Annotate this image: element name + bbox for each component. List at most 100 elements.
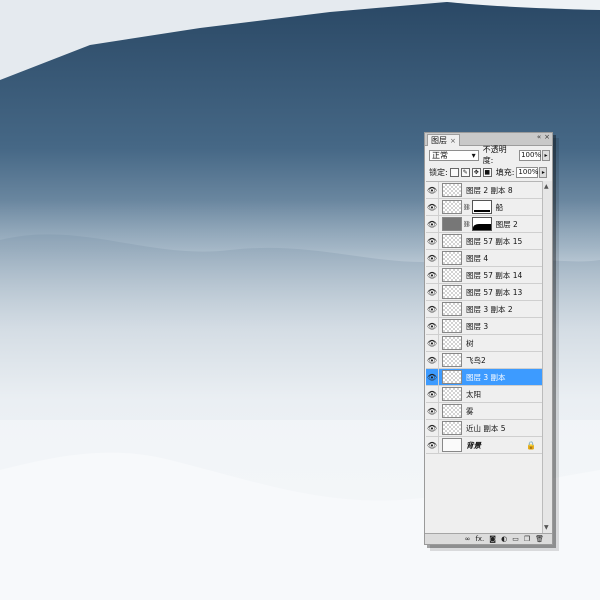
layer-row[interactable]: 👁 图层 4 [426, 250, 542, 267]
scroll-up-icon[interactable]: ▲ [544, 183, 549, 190]
blend-row: 正常 ▾ 不透明度: 100% ▸ [429, 145, 551, 165]
layer-thumbnail[interactable] [442, 336, 462, 350]
fill-input[interactable]: 100% [516, 166, 538, 178]
blend-mode-value: 正常 [432, 150, 448, 160]
layer-thumbnail[interactable] [442, 251, 462, 265]
tab-layers[interactable]: 图层 × [427, 134, 460, 146]
eye-icon[interactable]: 👁 [426, 233, 439, 249]
eye-icon[interactable]: 👁 [426, 386, 439, 402]
layer-row[interactable]: 👁 飞鸟2 [426, 352, 542, 369]
eye-icon[interactable]: 👁 [426, 284, 439, 300]
layer-thumbnail[interactable] [442, 268, 462, 282]
layer-row[interactable]: 👁 近山 副本 5 [426, 420, 542, 437]
layer-name: 近山 副本 5 [466, 423, 506, 433]
layer-row[interactable]: 👁 图层 3 副本 [426, 369, 542, 386]
layer-thumbnail[interactable] [442, 217, 462, 231]
layer-thumbnail[interactable] [442, 404, 462, 418]
add-mask-icon[interactable]: ◙ [489, 535, 496, 543]
layer-row[interactable]: 👁 图层 3 [426, 318, 542, 335]
layer-name: 图层 2 副本 8 [466, 185, 513, 195]
layer-name: 图层 3 副本 2 [466, 304, 513, 314]
eye-icon[interactable]: 👁 [426, 403, 439, 419]
blend-mode-select[interactable]: 正常 ▾ [429, 149, 479, 161]
layer-name: 图层 57 副本 14 [466, 270, 523, 280]
panel-bottom-bar: ∞ fx. ◙ ◐ ▭ ❐ 🗑 [425, 533, 552, 544]
layer-name: 图层 3 [466, 321, 489, 331]
layer-name: 背景 [466, 440, 481, 450]
fill-label: 填充: [495, 167, 515, 177]
layer-row[interactable]: 👁 ⛓ 船 [426, 199, 542, 216]
layer-row[interactable]: 👁 图层 57 副本 15 [426, 233, 542, 250]
eye-icon[interactable]: 👁 [426, 199, 439, 215]
layer-row[interactable]: 👁 图层 2 副本 8 [426, 182, 542, 199]
opacity-input[interactable]: 100% [519, 149, 541, 161]
lock-move-icon[interactable]: ✥ [471, 167, 481, 177]
lock-paint-icon[interactable]: ✎ [460, 167, 470, 177]
layers-list: 👁 图层 2 副本 8 👁 ⛓ 船 👁 ⛓ 图层 2 👁 图层 57 副本 15 👁 图层 4 👁 图层 … [426, 181, 542, 534]
layer-thumbnail[interactable] [442, 319, 462, 333]
layer-thumbnail[interactable] [442, 234, 462, 248]
layer-name: 雾 [466, 406, 474, 416]
layer-mask-thumbnail[interactable] [471, 200, 492, 214]
eye-icon[interactable]: 👁 [426, 250, 439, 266]
new-layer-icon[interactable]: ❐ [524, 535, 530, 543]
tab-label: 图层 [431, 136, 447, 145]
opacity-label: 不透明度: [482, 145, 507, 165]
layer-name: 树 [466, 338, 474, 348]
layer-row[interactable]: 👁 ⛓ 图层 2 [426, 216, 542, 233]
layer-row[interactable]: 👁 图层 57 副本 14 [426, 267, 542, 284]
mask-link-icon[interactable]: ⛓ [463, 221, 471, 228]
layer-row[interactable]: 👁 图层 3 副本 2 [426, 301, 542, 318]
layer-row[interactable]: 👁 树 [426, 335, 542, 352]
layer-name: 图层 4 [466, 253, 489, 263]
close-icon[interactable]: × [450, 137, 456, 145]
layer-thumbnail[interactable] [442, 183, 462, 197]
layer-thumbnail[interactable] [442, 302, 462, 316]
fill-arrow-icon[interactable]: ▸ [539, 166, 548, 178]
layer-thumbnail[interactable] [442, 200, 462, 214]
lock-transparent-icon[interactable] [449, 167, 459, 177]
adjustment-layer-icon[interactable]: ◐ [501, 535, 507, 543]
layer-thumbnail[interactable] [442, 421, 462, 435]
mask-link-icon[interactable]: ⛓ [463, 204, 471, 211]
eye-icon[interactable]: 👁 [426, 267, 439, 283]
layer-mask-thumbnail[interactable] [471, 217, 492, 231]
collapse-icon[interactable]: « [537, 133, 541, 141]
layer-row[interactable]: 👁 图层 57 副本 13 [426, 284, 542, 301]
layer-name: 图层 57 副本 13 [466, 287, 523, 297]
eye-icon[interactable]: 👁 [426, 301, 439, 317]
scroll-down-icon[interactable]: ▼ [544, 524, 549, 531]
layer-row[interactable]: 👁 雾 [426, 403, 542, 420]
fx-icon[interactable]: fx. [475, 535, 484, 543]
layer-thumbnail[interactable] [442, 438, 462, 452]
eye-icon[interactable]: 👁 [426, 182, 439, 198]
layer-name: 图层 57 副本 15 [466, 236, 523, 246]
lock-all-icon[interactable]: ■ [482, 167, 492, 177]
new-group-icon[interactable]: ▭ [512, 535, 519, 543]
eye-icon[interactable]: 👁 [426, 216, 439, 232]
layer-name: 太阳 [466, 389, 481, 399]
opacity-arrow-icon[interactable]: ▸ [542, 149, 551, 161]
layers-scrollbar[interactable]: ▲ ▼ [542, 181, 552, 533]
layer-row[interactable]: 👁 背景 🔒 [426, 437, 542, 454]
layer-name: 图层 3 副本 [466, 372, 506, 382]
layer-thumbnail[interactable] [442, 370, 462, 384]
lock-row: 锁定: ✎ ✥ ■ 填充: 100% ▸ [429, 166, 550, 178]
trash-icon[interactable]: 🗑 [535, 535, 544, 543]
lock-icon: 🔒 [526, 440, 536, 450]
eye-icon[interactable]: 👁 [426, 420, 439, 436]
panel-close-icon[interactable]: × [544, 133, 550, 141]
eye-icon[interactable]: 👁 [426, 352, 439, 368]
eye-icon[interactable]: 👁 [426, 437, 439, 453]
layer-row[interactable]: 👁 太阳 [426, 386, 542, 403]
layer-thumbnail[interactable] [442, 353, 462, 367]
layer-thumbnail[interactable] [442, 387, 462, 401]
layer-name: 飞鸟2 [466, 355, 486, 365]
layers-panel: 图层 × « × 正常 ▾ 不透明度: 100% ▸ 锁定: ✎ ✥ ■ 填充:… [424, 132, 553, 545]
lock-label: 锁定: [429, 167, 448, 177]
layer-thumbnail[interactable] [442, 285, 462, 299]
eye-icon[interactable]: 👁 [426, 318, 439, 334]
eye-icon[interactable]: 👁 [426, 335, 439, 351]
link-layers-icon[interactable]: ∞ [465, 535, 471, 543]
eye-icon[interactable]: 👁 [426, 369, 439, 385]
